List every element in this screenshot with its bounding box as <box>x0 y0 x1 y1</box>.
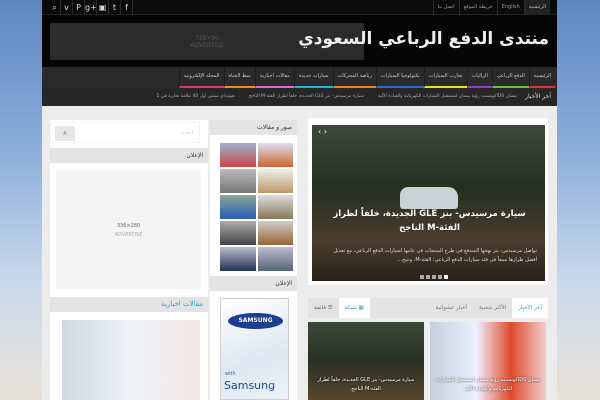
nav-item[interactable]: نمط الحياة <box>223 67 255 88</box>
tab-random[interactable]: أخبار عشوائية <box>430 298 473 318</box>
list-label: قائمة <box>314 305 326 311</box>
main-content: ‹ › سيارة مرسيدس- بنز GLE الجديدة، خلفاً… <box>42 106 557 400</box>
grid-label: شبكة <box>344 305 357 311</box>
tab-popular[interactable]: الأكثر شعبية <box>473 298 512 318</box>
post-card[interactable]: سيارة مرسيدس- بنز GLE الجديدة، خلفاً لطر… <box>308 322 424 400</box>
twitter-icon[interactable]: t <box>109 0 121 15</box>
thumb[interactable] <box>257 143 293 167</box>
thumb[interactable] <box>257 169 293 193</box>
top-links: الرئيسية English خريطة الموقع اتصل بنا <box>432 0 550 15</box>
thumb[interactable] <box>257 195 293 219</box>
nav-item[interactable]: الرئيسية <box>528 67 555 88</box>
nav-item[interactable]: تكنولوجيا السيارات <box>375 67 424 88</box>
top-link-english[interactable]: English <box>496 0 524 15</box>
pinterest-icon[interactable]: P <box>73 0 85 15</box>
view-toggle: ☰ قائمة ▦ شبكة <box>308 298 370 318</box>
thumb[interactable] <box>220 143 256 167</box>
top-link-contact[interactable]: اتصل بنا <box>432 0 459 15</box>
slide-excerpt: تواصل مرسيدس- بنز نهجها المندفع في طرح ا… <box>333 248 538 263</box>
search-box: ⌕ ابحث <box>50 122 200 143</box>
ticker-item[interactable]: هيونداي سنس أول 40 علامة تجارية في 5 <box>156 88 234 106</box>
ad-text: Samsung <box>224 379 276 392</box>
sidebar-ad[interactable]: 336×280 ADVERTISE <box>56 170 201 289</box>
slider-arrows[interactable]: ‹ › <box>318 127 327 136</box>
nav-item[interactable]: رياضة المحركات <box>332 67 376 88</box>
site-header: 728×90 ADVERTISE منتدى الدفع الرباعي السع… <box>42 15 557 67</box>
slider-dots[interactable] <box>420 275 448 279</box>
gallery-title: صور و مقالات <box>210 120 297 135</box>
main-nav: الرئيسية الدفع الرباعي الراليات تجارب السيا… <box>42 67 557 88</box>
tab-latest[interactable]: آخر الأخبار <box>512 298 548 318</box>
nav-item[interactable]: سيارات جديدة <box>293 67 333 88</box>
car-image <box>400 187 458 209</box>
social-icons: ⌕ v P g+ ▣ t f <box>49 0 133 15</box>
post-title[interactable]: نيسان IDSكونسبت رؤية نيسان لمستقبل السيا… <box>434 376 542 394</box>
news-image[interactable] <box>62 320 200 400</box>
nav-item[interactable]: الدفع الرباعي <box>491 67 529 88</box>
ad-label: ADVERTISE <box>114 232 143 238</box>
thumb[interactable] <box>220 195 256 219</box>
nav-item[interactable]: مقالات اخبارية <box>254 67 294 88</box>
top-link-sitemap[interactable]: خريطة الموقع <box>458 0 497 15</box>
nav-item[interactable]: الراليات <box>466 67 492 88</box>
youtube-icon[interactable]: ▣ <box>97 0 109 15</box>
ticker-item[interactable]: سيارة مرسيدس- بنز GLE الجديدة، خلفاً لطر… <box>249 88 364 106</box>
thumb[interactable] <box>220 169 256 193</box>
site-logo[interactable]: منتدى الدفع الرباعي السعودي <box>298 29 549 49</box>
post-title[interactable]: سيارة مرسيدس- بنز GLE الجديدة، خلفاً لطر… <box>312 376 420 394</box>
page: ⌕ v P g+ ▣ t f الرئيسية English خريطة ال… <box>42 0 557 400</box>
thumb[interactable] <box>257 221 293 245</box>
nav-item[interactable]: تجارب السيارات <box>423 67 467 88</box>
slide-image[interactable]: ‹ › سيارة مرسيدس- بنز GLE الجديدة، خلفاً… <box>312 125 545 281</box>
samsung-ad[interactable]: SAMSUNG with Samsung <box>220 298 289 400</box>
search-button[interactable]: ⌕ <box>55 126 75 141</box>
news-ticker: آخر الأخبار نيسان IDSكونسبت رؤية نيسان ل… <box>42 88 557 106</box>
facebook-icon[interactable]: f <box>121 0 133 15</box>
slide-title[interactable]: سيارة مرسيدس- بنز GLE الجديدة، خلفاً لطر… <box>322 207 537 235</box>
ad-size: 336×280 <box>116 223 141 229</box>
nav-item[interactable]: المجلة الإلكترونية <box>178 67 224 88</box>
list-view-button[interactable]: ☰ قائمة <box>308 298 339 318</box>
top-bar: ⌕ v P g+ ▣ t f الرئيسية English خريطة ال… <box>42 0 557 15</box>
vimeo-icon[interactable]: v <box>61 0 73 15</box>
search-input[interactable]: ابحث <box>181 123 193 144</box>
search-icon[interactable]: ⌕ <box>49 0 61 15</box>
ticker-item[interactable]: نيسان IDSكونسبت رؤية نيسان لمستقبل السيا… <box>378 88 517 106</box>
google-plus-icon[interactable]: g+ <box>85 0 97 15</box>
gallery-thumbs <box>220 143 293 271</box>
samsung-logo: SAMSUNG <box>228 313 283 329</box>
post-card[interactable]: نيسان IDSكونسبت رؤية نيسان لمستقبل السيا… <box>430 322 546 400</box>
middle-ad-title: الإعلان <box>210 276 297 291</box>
thumb[interactable] <box>220 221 256 245</box>
news-section-title[interactable]: مقالات اخبارية <box>50 297 208 312</box>
left-ad-title: الإعلان <box>50 148 208 163</box>
grid-view-button[interactable]: ▦ شبكة <box>338 298 370 318</box>
thumb[interactable] <box>257 247 293 271</box>
ticker-label: آخر الأخبار <box>525 93 551 100</box>
ad-text: with <box>225 371 236 377</box>
top-link-home[interactable]: الرئيسية <box>523 0 550 15</box>
featured-slider: ‹ › سيارة مرسيدس- بنز GLE الجديدة، خلفاً… <box>308 118 548 285</box>
thumb[interactable] <box>220 247 256 271</box>
